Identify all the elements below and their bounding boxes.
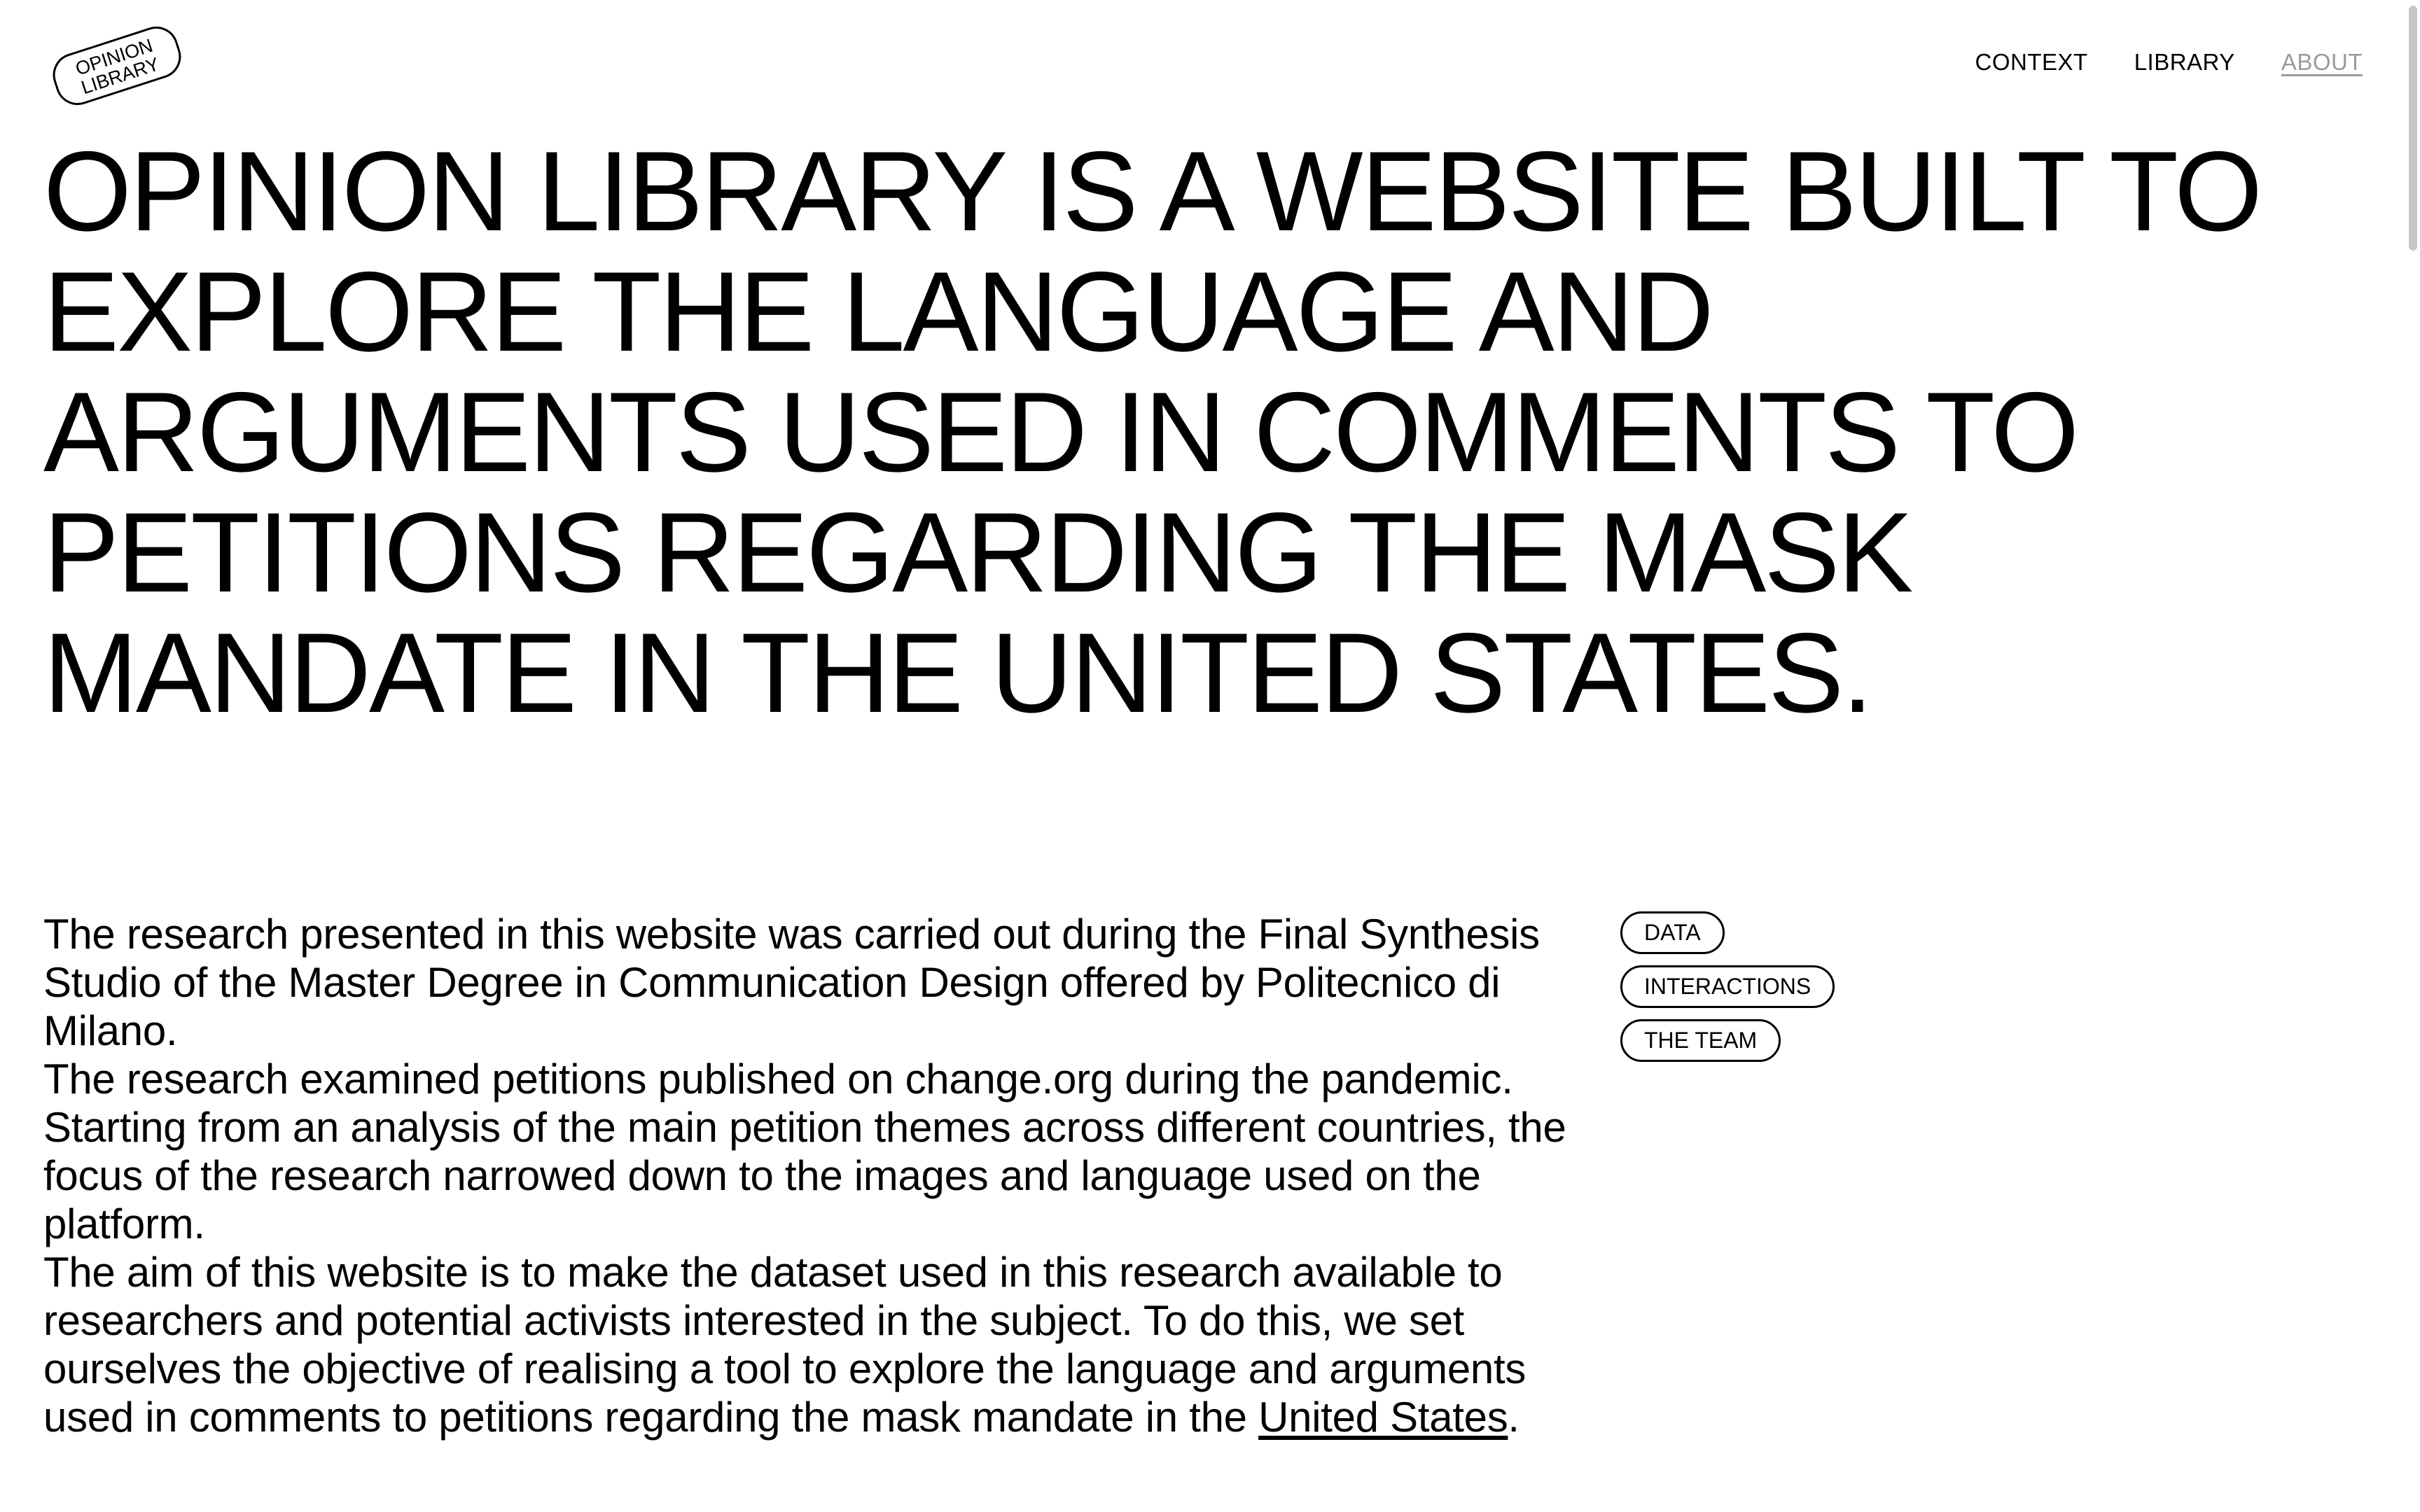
tag-data-button[interactable]: DATA [1620,911,1725,954]
opinion-library-logo[interactable]: OPINION LIBRARY [43,21,190,111]
tag-the-team-button[interactable]: THE TEAM [1620,1019,1781,1062]
united-states-link[interactable]: United States [1258,1394,1508,1441]
about-page: OPINION LIBRARY CONTEXT LIBRARY ABOUT OP… [0,0,2420,1512]
description-paragraph-2: The research examined petitions publishe… [43,1056,1566,1247]
paragraph-3-end: . [1508,1394,1520,1441]
nav-library-link[interactable]: LIBRARY [2134,49,2235,76]
vertical-scrollbar[interactable] [2405,0,2420,1512]
nav-about-link[interactable]: ABOUT [2281,49,2363,76]
page-headline: OPINION LIBRARY IS A WEBSITE BUILT TO EX… [43,128,2262,736]
description-paragraph-1: The research presented in this website w… [43,911,1540,1054]
description-paragraph-3: The aim of this website is to make the d… [43,1248,1598,1441]
about-description: The research presented in this website w… [43,910,1598,1441]
nav-context-link[interactable]: CONTEXT [1975,49,2088,76]
tag-interactions-button[interactable]: INTERACTIONS [1620,965,1835,1008]
main-nav: CONTEXT LIBRARY ABOUT [1975,49,2363,76]
scrollbar-thumb[interactable] [2409,6,2417,251]
section-tags: DATA INTERACTIONS THE TEAM [1620,911,1835,1062]
